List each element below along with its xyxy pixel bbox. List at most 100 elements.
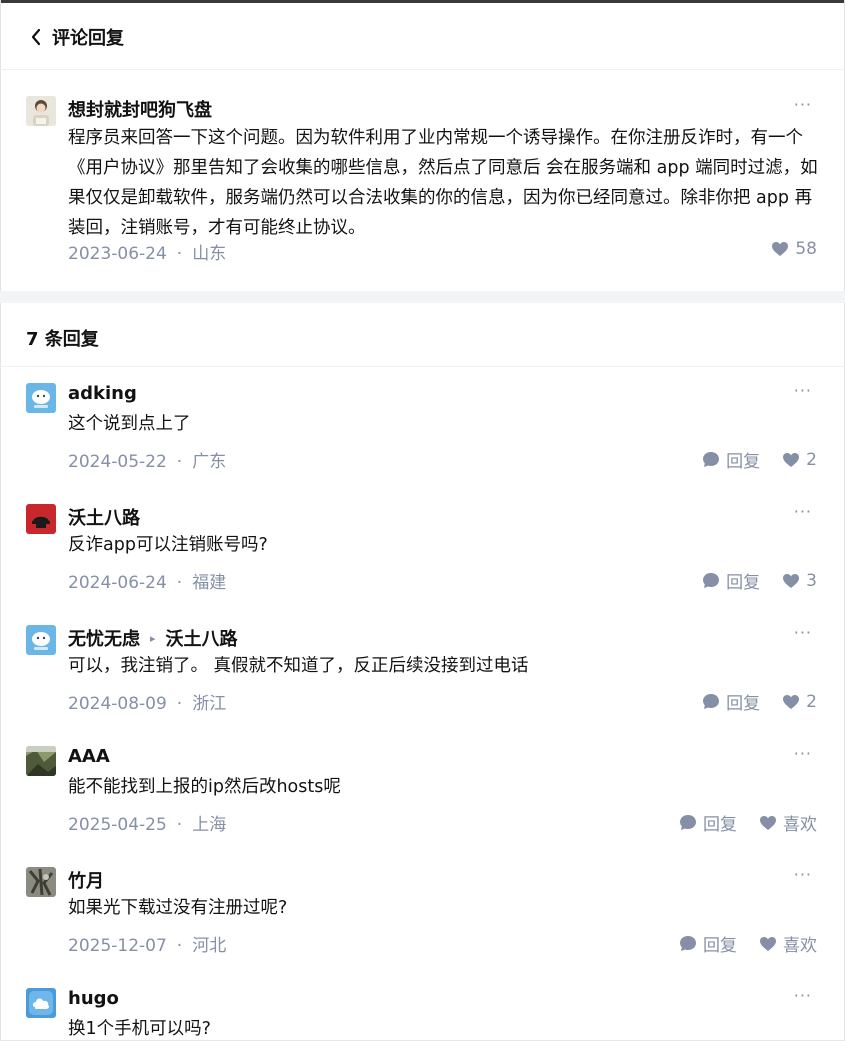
like-label: 喜欢 xyxy=(783,936,817,956)
reply-date: 2025-12-07 xyxy=(68,936,167,956)
comment-content: 程序员来回答一下这个问题。因为软件利用了业内常规一个诱导操作。在你注册反诈时，有… xyxy=(68,128,818,238)
like-count: 2 xyxy=(806,691,817,712)
reply-button-label: 回复 xyxy=(703,936,737,956)
chevron-left-icon xyxy=(31,28,41,46)
more-options-button[interactable]: ··· xyxy=(794,502,812,521)
reply-location: 福建 xyxy=(192,573,227,593)
reply-content: 这个说到点上了 xyxy=(68,414,191,434)
reply-author[interactable]: 沃土八路 xyxy=(68,504,140,530)
reply-author[interactable]: AAA xyxy=(68,746,110,767)
page-title: 评论回复 xyxy=(52,28,124,49)
list-item: adking ··· 这个说到点上了 2024-05-22 · 广东 回复 2 xyxy=(0,367,845,488)
comment-bubble-icon xyxy=(680,936,696,951)
heart-icon xyxy=(783,452,800,467)
meta-separator: · xyxy=(176,936,183,956)
meta-separator: · xyxy=(176,244,183,264)
comment-author[interactable]: 想封就封吧狗飞盘 xyxy=(68,96,212,122)
reply-date: 2024-06-24 xyxy=(68,573,167,593)
section-divider xyxy=(0,291,845,303)
meta-separator: · xyxy=(176,694,183,714)
reply-button[interactable]: 回复 xyxy=(679,931,737,956)
reply-to-arrow-icon: ▸ xyxy=(150,631,156,645)
heart-icon xyxy=(772,242,789,256)
reply-location: 河北 xyxy=(192,936,227,956)
avatar[interactable] xyxy=(26,867,56,897)
list-item: AAA ··· 能不能找到上报的ip然后改hosts呢 2025-04-25 · 上… xyxy=(0,730,845,851)
list-item: 竹月 ··· 如果光下载过没有注册过呢? 2025-12-07 · 河北 回复 喜欢 xyxy=(0,851,845,972)
like-count: 2 xyxy=(806,449,817,470)
reply-button[interactable]: 回复 xyxy=(702,689,760,714)
like-button[interactable]: 58 xyxy=(771,239,817,259)
reply-meta: 2024-06-24 · 福建 xyxy=(68,568,226,593)
like-button[interactable]: 喜欢 xyxy=(759,810,817,835)
list-item: 沃土八路 ··· 反诈app可以注销账号吗? 2024-06-24 · 福建 回复 … xyxy=(0,488,845,609)
reply-actions: 回复 3 xyxy=(702,568,817,593)
reply-content: 能不能找到上报的ip然后改hosts呢 xyxy=(68,777,341,797)
reply-button[interactable]: 回复 xyxy=(702,447,760,472)
more-options-button[interactable]: ··· xyxy=(794,623,812,642)
avatar[interactable] xyxy=(26,504,56,534)
reply-button-label: 回复 xyxy=(726,573,761,593)
meta-separator: · xyxy=(176,573,183,593)
reply-author[interactable]: hugo xyxy=(68,988,119,1009)
comment-meta: 2023-06-24 · 山东 xyxy=(68,239,226,264)
reply-date: 2025-04-25 xyxy=(68,815,167,835)
meta-separator: · xyxy=(176,815,183,835)
reply-button[interactable]: 回复 xyxy=(679,810,737,835)
heart-icon xyxy=(760,815,776,830)
more-options-button[interactable]: ··· xyxy=(794,865,812,884)
like-count: 58 xyxy=(795,239,817,259)
bottom-border xyxy=(0,1040,845,1050)
comment-bubble-icon xyxy=(703,694,720,709)
comment-location: 山东 xyxy=(192,244,227,264)
more-options-button[interactable]: ··· xyxy=(794,381,812,400)
reply-author[interactable]: 竹月 xyxy=(68,867,104,893)
avatar[interactable] xyxy=(26,988,56,1018)
comment-actions: 58 xyxy=(771,239,817,259)
comment-bubble-icon xyxy=(680,815,696,830)
like-label: 喜欢 xyxy=(783,815,817,835)
main-comment: 想封就封吧狗飞盘 ··· 程序员来回答一下这个问题。因为软件利用了业内常规一个诱… xyxy=(0,71,845,291)
avatar[interactable] xyxy=(26,383,56,413)
comment-bubble-icon xyxy=(703,573,720,588)
reply-actions: 回复 2 xyxy=(702,689,817,714)
like-button[interactable]: 2 xyxy=(782,692,817,712)
like-button[interactable]: 3 xyxy=(782,571,817,591)
heart-icon xyxy=(783,573,800,588)
avatar[interactable] xyxy=(26,96,56,126)
reply-actions: 回复 2 xyxy=(702,447,817,472)
reply-date: 2024-05-22 xyxy=(68,452,167,472)
more-options-button[interactable]: ··· xyxy=(794,744,812,763)
heart-icon xyxy=(760,936,776,951)
reply-location: 上海 xyxy=(192,815,227,835)
reply-author[interactable]: 无忧无虑 ▸ 沃土八路 xyxy=(68,625,238,651)
more-options-button[interactable]: ··· xyxy=(794,95,812,114)
reply-meta: 2024-05-22 · 广东 xyxy=(68,447,226,472)
heart-icon xyxy=(783,694,800,709)
reply-content: 可以，我注销了。 真假就不知道了，反正后续没接到过电话 xyxy=(68,656,529,676)
reply-content: 反诈app可以注销账号吗? xyxy=(68,535,268,555)
header: 评论回复 xyxy=(0,3,845,70)
reply-meta: 2025-12-07 · 河北 xyxy=(68,931,226,956)
reply-content: 如果光下载过没有注册过呢? xyxy=(68,898,288,918)
replies-count-title: 7 条回复 xyxy=(26,329,99,350)
avatar[interactable] xyxy=(26,746,56,776)
comment-date: 2023-06-24 xyxy=(68,244,167,264)
reply-to-user[interactable]: 沃土八路 xyxy=(166,625,238,651)
reply-actions: 回复 喜欢 xyxy=(679,931,817,956)
reply-content: 换1个手机可以吗? xyxy=(68,1019,211,1039)
reply-meta: 2024-08-09 · 浙江 xyxy=(68,689,226,714)
avatar[interactable] xyxy=(26,625,56,655)
reply-actions: 回复 喜欢 xyxy=(679,810,817,835)
like-button[interactable]: 喜欢 xyxy=(759,931,817,956)
list-item: hugo ··· 换1个手机可以吗? xyxy=(0,972,845,1040)
reply-location: 浙江 xyxy=(192,694,227,714)
reply-author[interactable]: adking xyxy=(68,383,137,404)
reply-date: 2024-08-09 xyxy=(68,694,167,714)
more-options-button[interactable]: ··· xyxy=(794,986,812,1005)
back-button[interactable]: 评论回复 xyxy=(30,23,124,51)
reply-button-label: 回复 xyxy=(726,452,761,472)
reply-button[interactable]: 回复 xyxy=(702,568,760,593)
like-button[interactable]: 2 xyxy=(782,450,817,470)
meta-separator: · xyxy=(176,452,183,472)
